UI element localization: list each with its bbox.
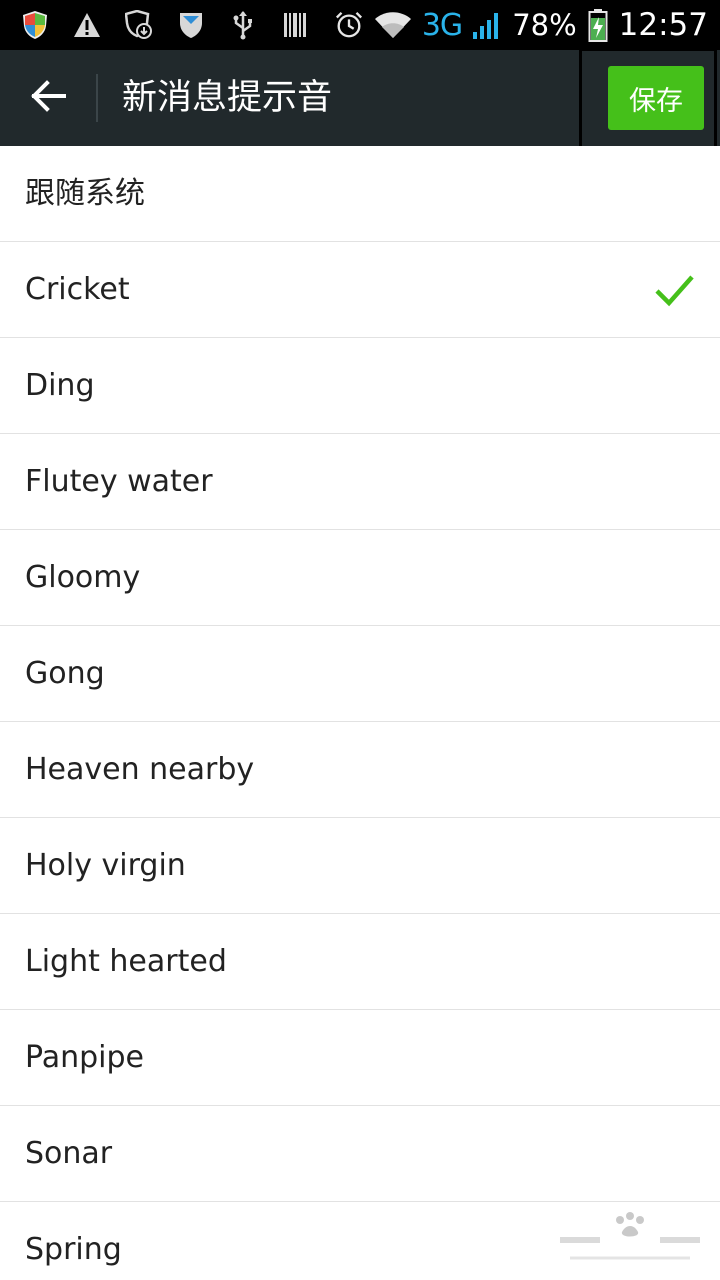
list-item[interactable]: Panpipe <box>0 1010 720 1106</box>
barcode-icon <box>280 10 310 40</box>
download-shield-icon <box>124 10 154 40</box>
list-item-label: Gloomy <box>25 560 141 595</box>
list-item[interactable]: Spring <box>0 1202 720 1280</box>
list-item-label: Spring <box>25 1232 122 1267</box>
list-item-label: Holy virgin <box>25 848 186 883</box>
status-bar-notifications <box>20 8 310 42</box>
list-item[interactable]: Light hearted <box>0 914 720 1010</box>
usb-icon <box>228 10 258 40</box>
list-item[interactable]: Gong <box>0 626 720 722</box>
wifi-icon <box>374 10 412 40</box>
list-item[interactable]: Cricket <box>0 242 720 338</box>
list-item-label: 跟随系统 <box>25 176 145 211</box>
list-item-label: Cricket <box>25 272 130 307</box>
page-title: 新消息提示音 <box>122 78 333 118</box>
clock: 12:57 <box>618 7 708 43</box>
list-item-label: Flutey water <box>25 464 213 499</box>
status-bar: 3G 78% 12:57 <box>0 0 720 50</box>
checkmark-icon <box>654 270 694 310</box>
alarm-icon <box>334 10 364 40</box>
status-bar-system: 3G 78% 12:57 <box>334 4 708 46</box>
signal-icon <box>472 10 502 40</box>
list-item-label: Light hearted <box>25 944 227 979</box>
sound-list: 跟随系统 Cricket Ding Flutey water Gloomy Go… <box>0 146 720 1280</box>
battery-charging-icon <box>587 9 609 42</box>
list-item[interactable]: 跟随系统 <box>0 146 720 242</box>
back-button[interactable] <box>22 72 74 124</box>
list-item-label: Sonar <box>25 1136 113 1171</box>
list-item-label: Panpipe <box>25 1040 145 1075</box>
list-item-label: Gong <box>25 656 105 691</box>
network-type-label: 3G <box>421 7 463 43</box>
list-item[interactable]: Gloomy <box>0 530 720 626</box>
list-item[interactable]: Sonar <box>0 1106 720 1202</box>
list-item[interactable]: Heaven nearby <box>0 722 720 818</box>
highlight-box <box>579 48 717 160</box>
header-divider <box>96 74 98 122</box>
warning-icon <box>72 10 102 40</box>
list-item-label: Ding <box>25 368 95 403</box>
battery-percent: 78% <box>512 8 577 42</box>
list-item[interactable]: Ding <box>0 338 720 434</box>
shield-color-icon <box>20 10 50 40</box>
vpn-shield-icon <box>176 10 206 40</box>
list-item[interactable]: Holy virgin <box>0 818 720 914</box>
back-arrow-icon <box>30 80 66 116</box>
list-item-label: Heaven nearby <box>25 752 255 787</box>
list-item[interactable]: Flutey water <box>0 434 720 530</box>
